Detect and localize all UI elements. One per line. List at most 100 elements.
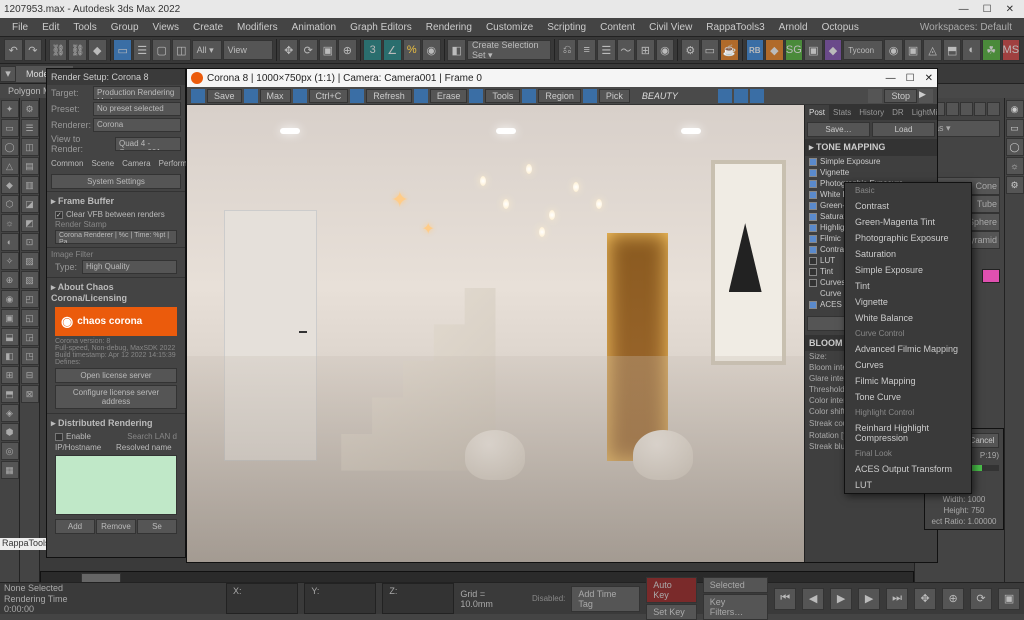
- lb-icon[interactable]: ◉: [1, 290, 19, 308]
- menu-arnold[interactable]: Arnold: [773, 20, 814, 35]
- key-filters-button[interactable]: Key Filters…: [703, 594, 768, 620]
- tm-opt-checkbox[interactable]: [809, 158, 817, 166]
- lb2-icon[interactable]: ▨: [21, 252, 39, 270]
- lb2-icon[interactable]: ☰: [21, 119, 39, 137]
- play-prev-icon[interactable]: ◀: [802, 588, 824, 610]
- lb-icon[interactable]: ✧: [1, 252, 19, 270]
- system-settings-button[interactable]: System Settings: [51, 174, 181, 189]
- lb-icon[interactable]: ◯: [1, 138, 19, 156]
- workspace-selector[interactable]: Workspaces: Default: [914, 20, 1018, 35]
- menu-create[interactable]: Create: [187, 20, 229, 35]
- vfb-refresh-button[interactable]: Refresh: [366, 89, 412, 103]
- menu-customize[interactable]: Customize: [480, 20, 539, 35]
- lb-icon[interactable]: ▭: [1, 119, 19, 137]
- lb2-icon[interactable]: ▤: [21, 157, 39, 175]
- nav-icon[interactable]: ▣: [998, 588, 1020, 610]
- rb-icon[interactable]: ☼: [1006, 157, 1024, 175]
- lb-icon[interactable]: ▣: [1, 309, 19, 327]
- ctx-menu-item[interactable]: Reinhard Highlight Compression: [845, 420, 971, 446]
- add-time-tag-button[interactable]: Add Time Tag: [571, 586, 640, 612]
- lb-icon[interactable]: ◆: [1, 176, 19, 194]
- lb-icon[interactable]: ◎: [1, 442, 19, 460]
- dr-header[interactable]: ▸ Distributed Rendering: [51, 416, 181, 431]
- vfb-play-icon[interactable]: ▶: [919, 89, 933, 103]
- nav-icon[interactable]: ⟳: [970, 588, 992, 610]
- dr-add-button[interactable]: Add: [55, 519, 95, 534]
- menu-animation[interactable]: Animation: [286, 20, 342, 35]
- aces-checkbox[interactable]: [809, 301, 817, 309]
- autokey-button[interactable]: Auto Key: [646, 577, 696, 603]
- vfb-erase-icon[interactable]: [414, 89, 428, 103]
- vfb-max-icon[interactable]: ☐: [906, 73, 915, 84]
- select-region-icon[interactable]: ▢: [152, 39, 171, 61]
- nav-icon[interactable]: ✥: [914, 588, 936, 610]
- nav-icon[interactable]: ⊕: [942, 588, 964, 610]
- setkey-button[interactable]: Set Key: [646, 604, 696, 620]
- tycoon-button[interactable]: Tycoon: [843, 40, 883, 60]
- window-max-icon[interactable]: ☐: [983, 4, 992, 15]
- redo-icon[interactable]: ↷: [24, 39, 43, 61]
- mirror-icon[interactable]: ⎌: [558, 39, 577, 61]
- side-tab-history[interactable]: History: [855, 105, 888, 120]
- about-header[interactable]: ▸ About Chaos Corona/Licensing: [51, 280, 181, 305]
- menu-file[interactable]: File: [6, 20, 34, 35]
- ctx-menu-item[interactable]: Photographic Exposure: [845, 230, 971, 246]
- tonemap-header[interactable]: ▸ TONE MAPPING: [805, 139, 937, 156]
- menu-views[interactable]: Views: [147, 20, 186, 35]
- filter-dropdown[interactable]: All ▾: [192, 40, 222, 60]
- menu-group[interactable]: Group: [105, 20, 145, 35]
- side-tab-dr[interactable]: DR: [888, 105, 908, 120]
- vfb-save-icon[interactable]: [191, 89, 205, 103]
- ribbon-toggle-icon[interactable]: ▾: [0, 66, 16, 82]
- lb-icon[interactable]: ▦: [1, 461, 19, 479]
- coord-y-input[interactable]: [311, 596, 361, 611]
- extra-icon-2[interactable]: ▣: [904, 39, 923, 61]
- vfb-copy-icon[interactable]: [293, 89, 307, 103]
- ctx-menu-item[interactable]: Contrast: [845, 198, 971, 214]
- ctx-menu-item[interactable]: ACES Output Transform: [845, 461, 971, 477]
- vfb-region-icon[interactable]: [522, 89, 536, 103]
- extra-icon-3[interactable]: ◬: [923, 39, 942, 61]
- tm-opt-checkbox[interactable]: [809, 180, 817, 188]
- cmd-tab-utilities[interactable]: [987, 102, 1000, 116]
- align-icon[interactable]: ≡: [577, 39, 596, 61]
- tm-opt-checkbox[interactable]: [809, 202, 817, 210]
- post-save-button[interactable]: Save…: [807, 122, 870, 137]
- color-swatch[interactable]: [982, 269, 1000, 283]
- vfb-ctrlc-button[interactable]: Ctrl+C: [309, 89, 349, 103]
- framebuffer-header[interactable]: ▸ Frame Buffer: [51, 194, 181, 209]
- vfb-render-icon[interactable]: [868, 89, 882, 103]
- filter-type-dropdown[interactable]: High Quality: [82, 260, 177, 274]
- dr-remove-button[interactable]: Remove: [96, 519, 136, 534]
- menu-rendering[interactable]: Rendering: [420, 20, 478, 35]
- side-tab-stats[interactable]: Stats: [829, 105, 855, 120]
- menu-grapheditors[interactable]: Graph Editors: [344, 20, 418, 35]
- lb2-icon[interactable]: ▧: [21, 271, 39, 289]
- config-license-button[interactable]: Configure license server address: [55, 385, 177, 409]
- dr-enable-checkbox[interactable]: [55, 433, 63, 441]
- vfb-refresh-icon[interactable]: [350, 89, 364, 103]
- plugin-icon-2[interactable]: SG: [785, 39, 804, 61]
- named-sel-icon[interactable]: ◧: [447, 39, 466, 61]
- unlink-icon[interactable]: ⛓: [68, 39, 87, 61]
- tm-opt-checkbox[interactable]: [809, 224, 817, 232]
- lb-icon[interactable]: ⊞: [1, 366, 19, 384]
- menu-tools[interactable]: Tools: [67, 20, 102, 35]
- lb-icon[interactable]: ⬢: [1, 423, 19, 441]
- preset-dropdown[interactable]: No preset selected: [93, 102, 181, 116]
- extra-icon-5[interactable]: ◐: [962, 39, 981, 61]
- ctx-menu-item[interactable]: Saturation: [845, 246, 971, 262]
- render-frame-icon[interactable]: ▭: [701, 39, 720, 61]
- lb2-icon[interactable]: ◪: [21, 195, 39, 213]
- lb-icon[interactable]: ◈: [1, 404, 19, 422]
- play-icon[interactable]: ▶: [830, 588, 852, 610]
- ctx-menu-item[interactable]: Advanced Filmic Mapping: [845, 341, 971, 357]
- schematic-icon[interactable]: ⊞: [636, 39, 655, 61]
- vfb-tools-icon[interactable]: [469, 89, 483, 103]
- ctx-menu-item[interactable]: Tint: [845, 278, 971, 294]
- cmd-tab-motion[interactable]: [960, 102, 973, 116]
- post-load-button[interactable]: Load: [872, 122, 935, 137]
- ctx-menu-item[interactable]: Curves: [845, 357, 971, 373]
- lb2-icon[interactable]: ⚙: [21, 100, 39, 118]
- tm-opt-checkbox[interactable]: [809, 213, 817, 221]
